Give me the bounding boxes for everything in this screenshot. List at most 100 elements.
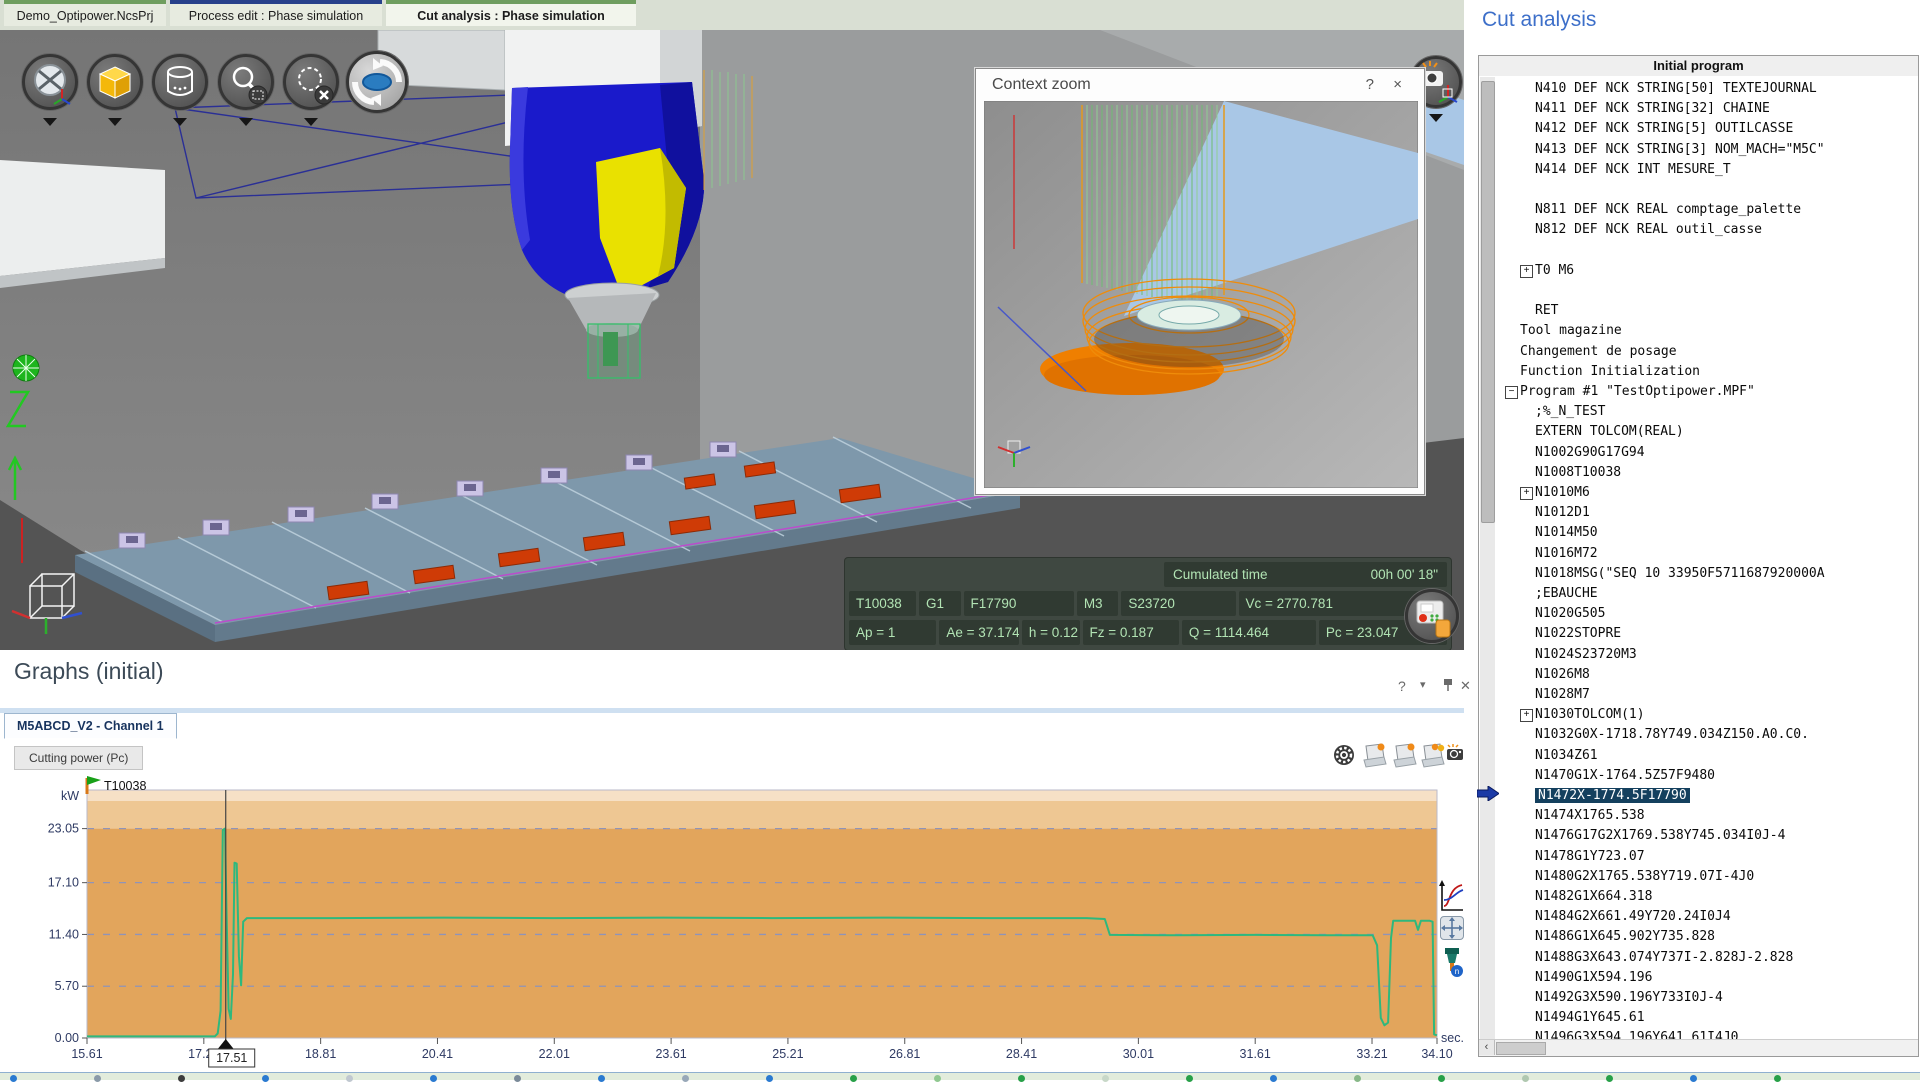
help-icon[interactable]: ?	[1366, 76, 1374, 93]
graph-settings-button[interactable]	[1333, 744, 1355, 771]
chevron-down-icon[interactable]	[43, 118, 57, 126]
program-line[interactable]: N1026M8	[1479, 665, 1918, 685]
tool-inspector-icon[interactable]: n	[1442, 948, 1464, 983]
program-line[interactable]: RET	[1479, 301, 1918, 321]
program-line[interactable]: +T0 M6	[1479, 261, 1918, 281]
collapse-icon[interactable]: −	[1505, 386, 1518, 399]
taskbar-app-icon[interactable]	[682, 1075, 689, 1082]
program-line[interactable]: N1016M72	[1479, 544, 1918, 564]
pan-button[interactable]	[1440, 916, 1464, 940]
taskbar-app-icon[interactable]	[1270, 1075, 1277, 1082]
program-line[interactable]: +N1030TOLCOM(1)	[1479, 705, 1918, 725]
taskbar-app-icon[interactable]	[1606, 1075, 1613, 1082]
program-line[interactable]: N811 DEF NCK REAL comptage_palette	[1479, 200, 1918, 220]
cutting-power-button[interactable]: Cutting power (Pc)	[14, 746, 143, 770]
taskbar-app-icon[interactable]	[94, 1075, 101, 1082]
program-line[interactable]: N1024S23720M3	[1479, 645, 1918, 665]
program-line[interactable]	[1479, 281, 1918, 301]
program-line[interactable]: N1012D1	[1479, 503, 1918, 523]
program-line[interactable]: N1028M7	[1479, 685, 1918, 705]
program-line[interactable]: N414 DEF NCK INT MESURE_T	[1479, 160, 1918, 180]
taskbar-app-icon[interactable]	[1690, 1075, 1697, 1082]
view-orientation-button[interactable]	[22, 54, 78, 110]
chevron-down-icon[interactable]	[108, 118, 122, 126]
taskbar-app-icon[interactable]	[430, 1075, 437, 1082]
machine-3d-viewport[interactable]: Context zoom ? ×	[0, 30, 1464, 650]
chevron-down-icon[interactable]	[304, 118, 318, 126]
program-line[interactable]: N1472X-1774.5F17790	[1479, 786, 1918, 806]
program-line[interactable]: N1492G3X590.196Y733I0J-4	[1479, 988, 1918, 1008]
program-line[interactable]: N1490G1X594.196	[1479, 968, 1918, 988]
program-line[interactable]: N1480G2X1765.538Y719.07I-4J0	[1479, 867, 1918, 887]
scrollbar-thumb[interactable]	[1496, 1042, 1546, 1055]
program-line[interactable]: N1020G505	[1479, 604, 1918, 624]
taskbar-app-icon[interactable]	[1102, 1075, 1109, 1082]
program-line[interactable]: Changement de posage	[1479, 342, 1918, 362]
program-line[interactable]: N1002G90G17G94	[1479, 443, 1918, 463]
zoom-button[interactable]	[218, 54, 274, 110]
program-line[interactable]: N412 DEF NCK STRING[5] OUTILCASSE	[1479, 119, 1918, 139]
taskbar-app-icon[interactable]	[1018, 1075, 1025, 1082]
program-line[interactable]: Function Initialization	[1479, 362, 1918, 382]
program-line[interactable]: N1014M50	[1479, 523, 1918, 543]
program-line[interactable]: N1470G1X-1764.5Z57F9480	[1479, 766, 1918, 786]
program-line[interactable]: N1476G17G2X1769.538Y745.034I0J-4	[1479, 826, 1918, 846]
program-line[interactable]: N1484G2X661.49Y720.24I0J4	[1479, 907, 1918, 927]
close-icon[interactable]: ✕	[1460, 678, 1471, 694]
taskbar-strip[interactable]	[0, 1072, 1920, 1080]
export-all-curves-button[interactable]	[1418, 742, 1446, 773]
taskbar-app-icon[interactable]	[1438, 1075, 1445, 1082]
close-icon[interactable]: ×	[1393, 76, 1402, 93]
taskbar-app-icon[interactable]	[262, 1075, 269, 1082]
program-line[interactable]: N1478G1Y723.07	[1479, 847, 1918, 867]
tab-cut-analysis[interactable]: Cut analysis : Phase simulation	[386, 0, 636, 26]
taskbar-app-icon[interactable]	[514, 1075, 521, 1082]
program-line[interactable]: N1022STOPRE	[1479, 624, 1918, 644]
chevron-down-icon[interactable]	[173, 118, 187, 126]
taskbar-app-icon[interactable]	[934, 1075, 941, 1082]
tab-process-edit[interactable]: Process edit : Phase simulation	[170, 0, 382, 26]
program-line[interactable]: ;EBAUCHE	[1479, 584, 1918, 604]
taskbar-app-icon[interactable]	[10, 1075, 17, 1082]
horizontal-scrollbar[interactable]: ‹	[1479, 1039, 1918, 1056]
program-line[interactable]: EXTERN TOLCOM(REAL)	[1479, 422, 1918, 442]
program-line[interactable]: N410 DEF NCK STRING[50] TEXTEJOURNAL	[1479, 79, 1918, 99]
graph-tab-channel1[interactable]: M5ABCD_V2 - Channel 1	[4, 713, 177, 739]
scroll-left-icon[interactable]: ‹	[1479, 1040, 1495, 1055]
program-line[interactable]: N1034Z61	[1479, 746, 1918, 766]
program-line[interactable]: N1494G1Y645.61	[1479, 1008, 1918, 1028]
rotate-view-button[interactable]	[346, 51, 408, 113]
tab-project[interactable]: Demo_Optipower.NcsPrj	[4, 0, 166, 26]
program-line[interactable]: N1008T10038	[1479, 463, 1918, 483]
help-icon[interactable]: ?	[1398, 678, 1406, 694]
taskbar-app-icon[interactable]	[1186, 1075, 1193, 1082]
taskbar-app-icon[interactable]	[1354, 1075, 1361, 1082]
chevron-down-icon[interactable]	[1429, 114, 1443, 122]
program-line[interactable]: N812 DEF NCK REAL outil_casse	[1479, 220, 1918, 240]
program-line[interactable]: N1018MSG("SEQ 10 33950F5711687920000A	[1479, 564, 1918, 584]
program-line[interactable]: N413 DEF NCK STRING[3] NOM_MACH="M5C"	[1479, 140, 1918, 160]
export-curve-alt-button[interactable]	[1390, 742, 1418, 773]
context-zoom-window[interactable]: Context zoom ? ×	[975, 68, 1425, 495]
expand-icon[interactable]: +	[1520, 487, 1533, 500]
program-line[interactable]	[1479, 241, 1918, 261]
taskbar-app-icon[interactable]	[598, 1075, 605, 1082]
taskbar-app-icon[interactable]	[850, 1075, 857, 1082]
chevron-down-icon[interactable]: ▾	[1420, 678, 1426, 691]
program-line[interactable]: N411 DEF NCK STRING[32] CHAINE	[1479, 99, 1918, 119]
export-curve-button[interactable]	[1360, 742, 1388, 773]
solid-view-button[interactable]	[87, 54, 143, 110]
program-line[interactable]	[1479, 180, 1918, 200]
program-line[interactable]: −Program #1 "TestOptipower.MPF"	[1479, 382, 1918, 402]
program-line[interactable]: N1482G1X664.318	[1479, 887, 1918, 907]
pin-icon[interactable]	[1442, 678, 1454, 695]
program-line[interactable]: N1486G1X645.902Y735.828	[1479, 927, 1918, 947]
program-line[interactable]: ;%_N_TEST	[1479, 402, 1918, 422]
program-line[interactable]: N1474X1765.538	[1479, 806, 1918, 826]
taskbar-app-icon[interactable]	[346, 1075, 353, 1082]
power-chart[interactable]: 15.6117.2118.8120.4122.0123.6125.2126.81…	[0, 770, 1464, 1070]
nc-program-list[interactable]: Initial program N410 DEF NCK STRING[50] …	[1478, 55, 1919, 1057]
stock-view-button[interactable]	[152, 54, 208, 110]
taskbar-app-icon[interactable]	[178, 1075, 185, 1082]
taskbar-app-icon[interactable]	[1774, 1075, 1781, 1082]
